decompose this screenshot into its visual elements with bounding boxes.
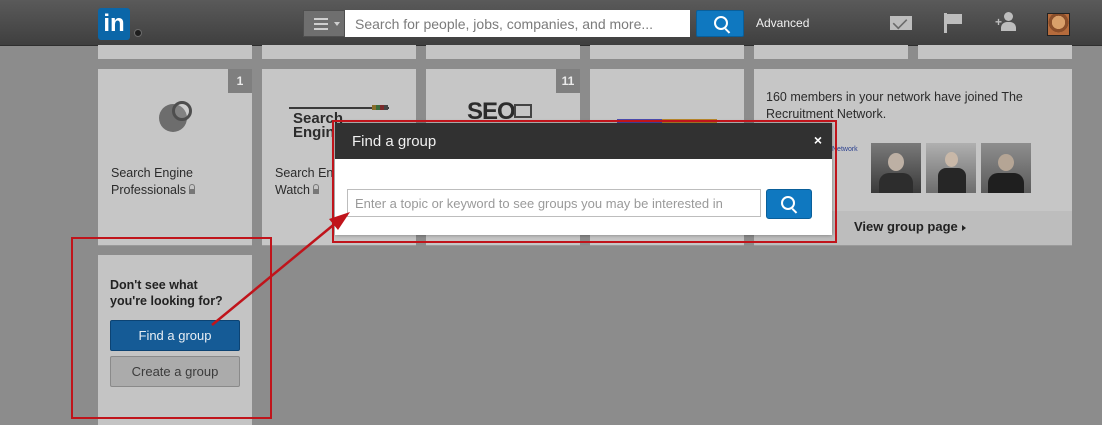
arrow-line [211,221,338,326]
annotation-arrow [211,212,350,326]
